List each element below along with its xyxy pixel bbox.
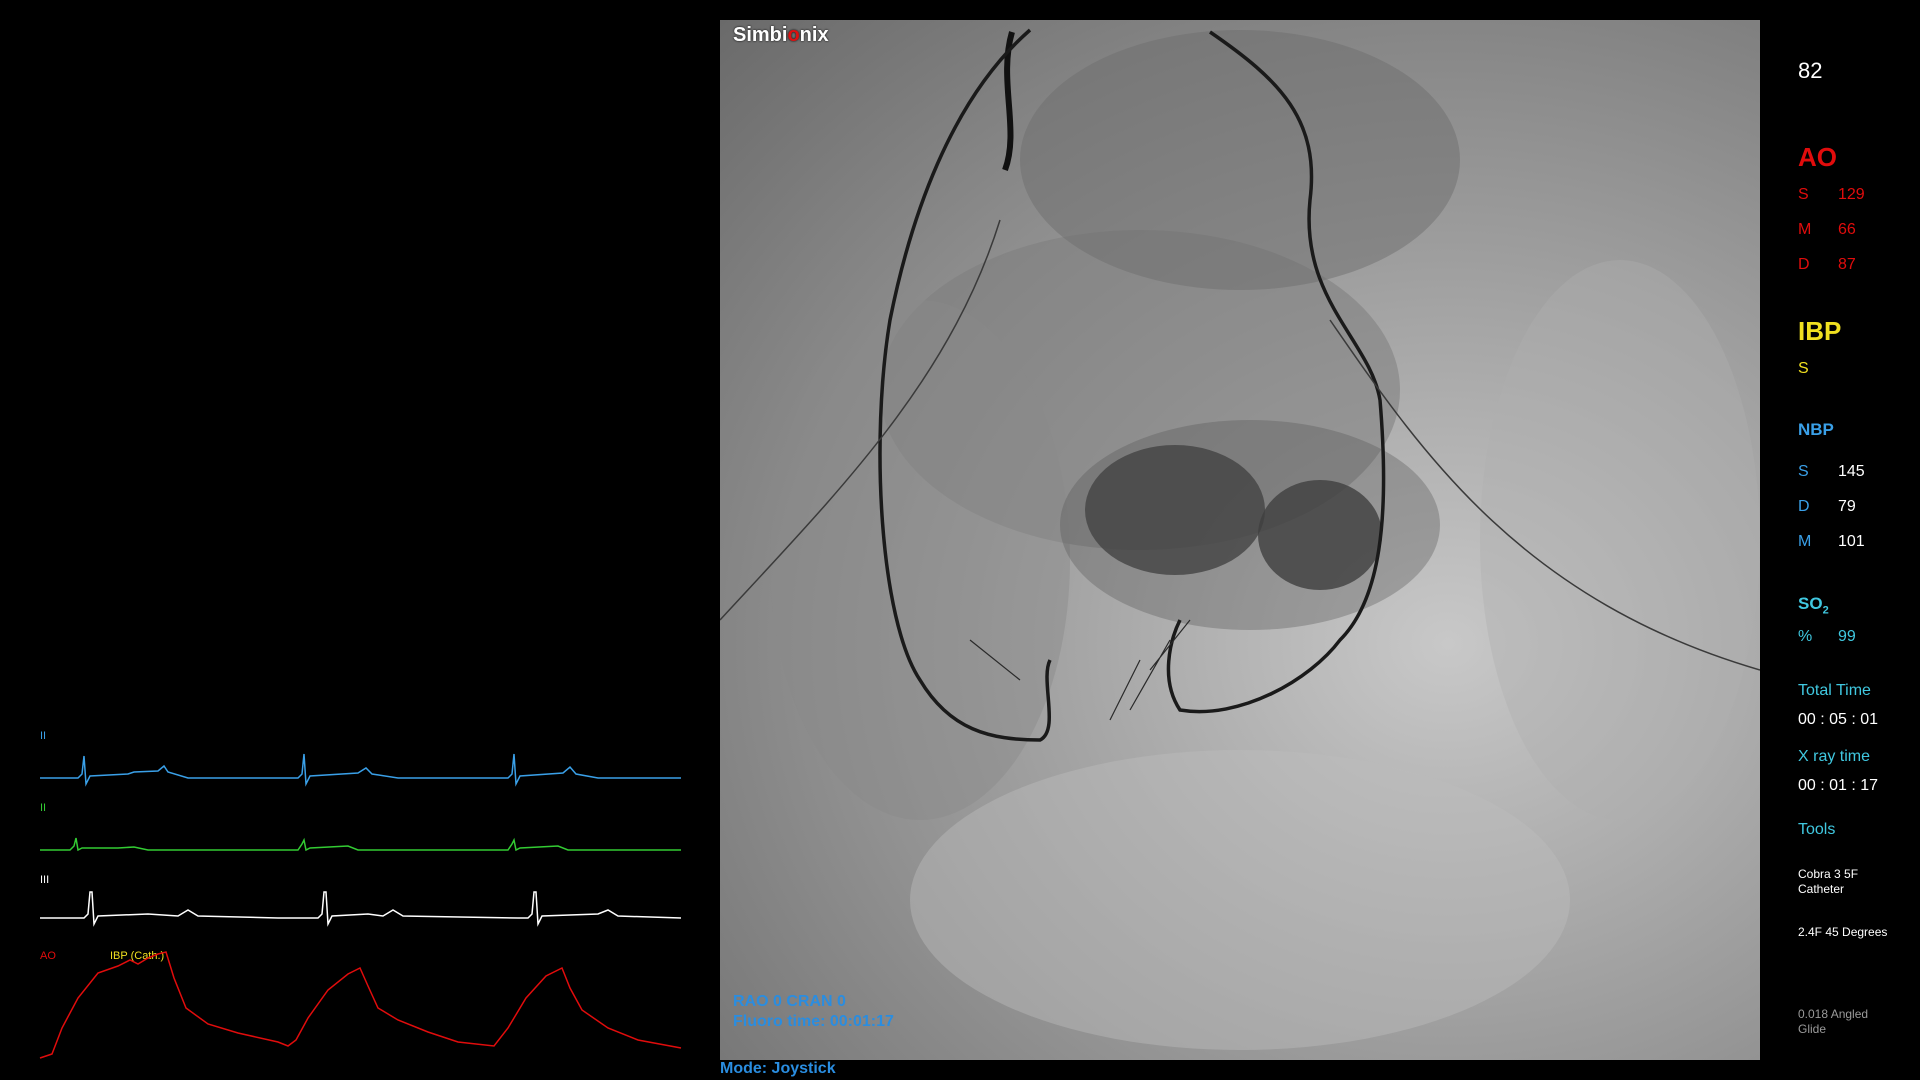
simbionix-logo: Simbionix <box>733 24 829 46</box>
nbp-diastolic: D 79 <box>1798 498 1856 515</box>
fluoro-time: Fluoro time: 00:01:17 <box>733 1013 894 1030</box>
ecg-lead-iii-trace <box>40 891 682 927</box>
fluoroscopy-viewport[interactable]: Simbionix RAO 0 CRAN 0 Fluoro time: 00:0… <box>720 20 1760 1060</box>
xray-time-value: 00 : 01 : 17 <box>1798 777 1879 794</box>
ibp-systolic: S <box>1798 360 1809 377</box>
tools-label: Tools <box>1798 821 1836 838</box>
tool-item-catheter[interactable]: Cobra 3 5F Catheter <box>1798 867 1878 897</box>
vitals-panel: 82 AO S 129 M 66 D 87 IBP S NBP S 145 D 79 M1… <box>1798 0 1920 1080</box>
ecg-lead-ii-trace <box>40 753 681 787</box>
so2-title: SO2 <box>1798 594 1829 617</box>
ao-systolic: S 129 <box>1798 186 1865 203</box>
so2-value: % 99 <box>1798 628 1856 645</box>
xray-time-label: X ray time <box>1798 748 1871 765</box>
nbp-title: NBP <box>1798 420 1834 439</box>
ecg-lead-ii-trace-2 <box>40 837 681 852</box>
projection-angle: RAO 0 CRAN 0 <box>733 993 846 1010</box>
mode-indicator: Mode: Joystick <box>720 1060 836 1077</box>
heart-rate: 82 <box>1798 58 1823 83</box>
nbp-mean: M 101 <box>1798 533 1865 550</box>
total-time-value: 00 : 05 : 01 <box>1798 711 1879 728</box>
tool-item-guidewire[interactable]: 2.4F 45 Degrees <box>1798 925 1918 940</box>
waveform-area: II II III AO IBP (Cath.) <box>38 728 683 1068</box>
total-time-label: Total Time <box>1798 682 1871 699</box>
ao-mean: M 66 <box>1798 221 1856 238</box>
ao-title: AO <box>1798 142 1837 172</box>
tool-item-glidewire[interactable]: 0.018 Angled Glide <box>1798 1007 1888 1037</box>
ao-pressure-trace <box>39 951 682 1059</box>
ao-diastolic: D 87 <box>1798 256 1856 273</box>
nbp-systolic: S 145 <box>1798 463 1865 480</box>
ibp-title: IBP <box>1798 316 1842 346</box>
